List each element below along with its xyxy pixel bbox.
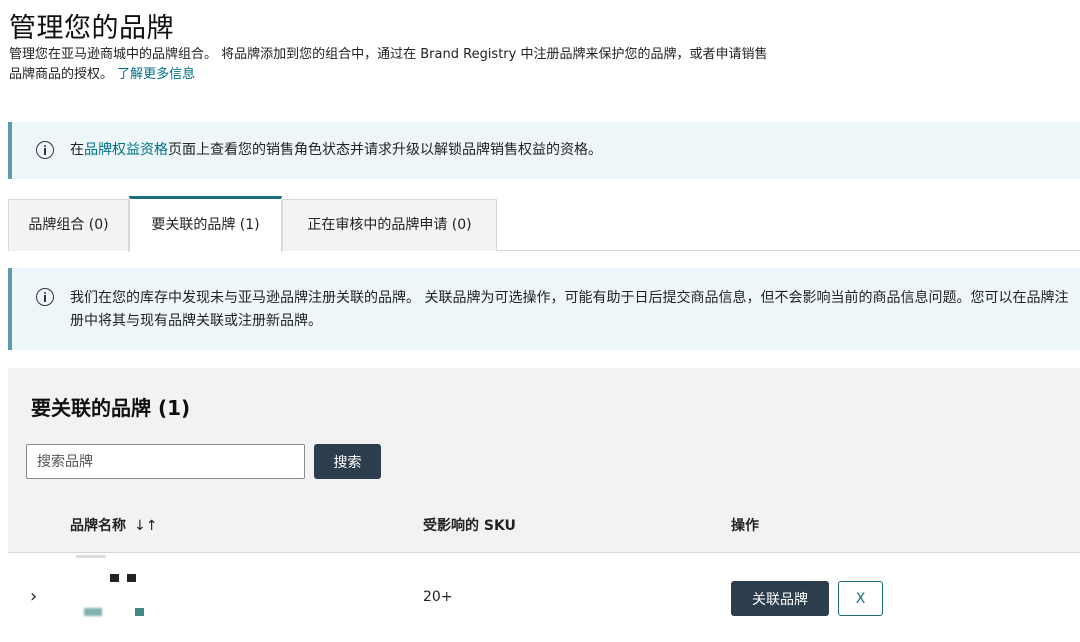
eligibility-alert: 在品牌权益资格页面上查看您的销售角色状态并请求升级以解锁品牌销售权益的资格。 [8, 122, 1080, 179]
brands-to-link-panel: 要关联的品牌 (1) 搜索 品牌名称 ↓↑ 受影响的 SKU 操作 › 20+ 关… [8, 368, 1080, 642]
info-icon [36, 141, 54, 159]
sort-icon[interactable]: ↓↑ [134, 518, 157, 534]
unlinked-brands-alert: 我们在您的库存中发现未与亚马逊品牌注册关联的品牌。 关联品牌为可选操作，可能有助… [8, 268, 1080, 350]
brand-search-input[interactable] [26, 444, 305, 479]
tab-pending-applications[interactable]: 正在审核中的品牌申请 (0) [282, 199, 497, 251]
alert-prefix: 在 [70, 142, 84, 158]
expand-row-icon[interactable]: › [30, 586, 37, 607]
brand-eligibility-link[interactable]: 品牌权益资格 [84, 142, 168, 158]
tab-brand-portfolio[interactable]: 品牌组合 (0) [8, 199, 129, 251]
learn-more-link[interactable]: 了解更多信息 [117, 67, 195, 82]
redacted-brand-name [70, 555, 180, 625]
dismiss-button[interactable]: X [838, 581, 883, 616]
link-brand-button[interactable]: 关联品牌 [731, 581, 829, 616]
column-header-actions: 操作 [731, 518, 759, 534]
affected-sku-count: 20+ [423, 589, 453, 605]
column-header-brand-name[interactable]: 品牌名称 ↓↑ [70, 515, 157, 535]
page-description: 管理您在亚马逊商城中的品牌组合。 将品牌添加到您的组合中，通过在 Brand R… [9, 45, 769, 85]
column-header-affected-sku: 受影响的 SKU [423, 518, 516, 534]
eligibility-alert-text: 在品牌权益资格页面上查看您的销售角色状态并请求升级以解锁品牌销售权益的资格。 [70, 139, 602, 162]
tab-bar: 品牌组合 (0) 要关联的品牌 (1) 正在审核中的品牌申请 (0) [8, 196, 1080, 252]
info-icon [36, 288, 54, 306]
page-title: 管理您的品牌 [9, 13, 174, 44]
search-button[interactable]: 搜索 [314, 444, 381, 479]
panel-title: 要关联的品牌 (1) [31, 396, 191, 420]
tab-brands-to-link[interactable]: 要关联的品牌 (1) [129, 196, 282, 252]
alert-suffix: 页面上查看您的销售角色状态并请求升级以解锁品牌销售权益的资格。 [168, 142, 602, 158]
brand-name-header-label: 品牌名称 [70, 518, 126, 534]
table-row: › 20+ 关联品牌 X [8, 552, 1080, 642]
unlinked-brands-alert-text: 我们在您的库存中发现未与亚马逊品牌注册关联的品牌。 关联品牌为可选操作，可能有助… [70, 290, 1069, 329]
